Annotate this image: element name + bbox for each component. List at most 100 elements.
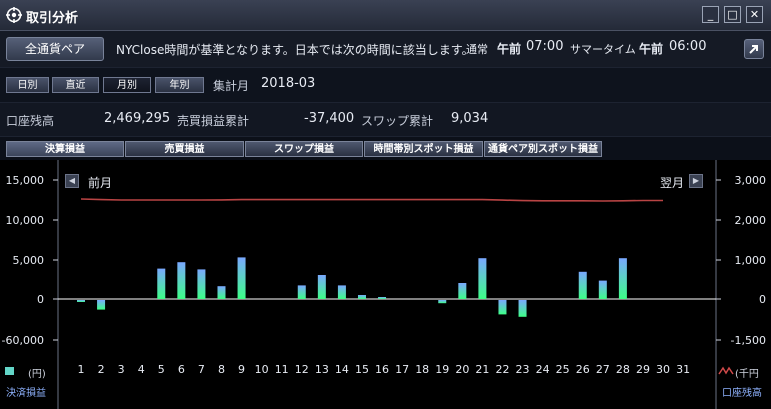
- tab-trade[interactable]: 売買損益: [125, 141, 244, 157]
- x-tick-label: 1: [78, 363, 85, 376]
- settlement-bar: [177, 262, 186, 299]
- month-value: 2018-03: [261, 76, 316, 91]
- left-tick-label: 5,000: [13, 254, 45, 267]
- left-tick-label: 10,000: [6, 214, 45, 227]
- x-tick-label: 17: [395, 363, 409, 376]
- x-tick-label: 26: [576, 363, 590, 376]
- summer-time: 06:00: [669, 39, 707, 54]
- x-tick-label: 28: [616, 363, 630, 376]
- normal-label: 通常: [466, 43, 488, 56]
- left-tick-label: 0: [37, 293, 44, 306]
- period-year[interactable]: 年別: [155, 77, 204, 93]
- x-tick-label: 18: [415, 363, 429, 376]
- settlement-bar: [197, 269, 206, 299]
- x-tick-label: 8: [218, 363, 225, 376]
- currency-pair-button[interactable]: 全通貨ペア: [6, 37, 104, 61]
- x-tick-label: 6: [178, 363, 185, 376]
- tab-settlement[interactable]: 決算損益: [6, 141, 124, 157]
- x-tick-label: 25: [556, 363, 570, 376]
- tab-pair-spot[interactable]: 通貨ペア別スポット損益: [484, 141, 602, 157]
- settlement-bar: [478, 258, 487, 299]
- balance-label: 口座残高: [6, 114, 55, 128]
- tab-bar: 決算損益 売買損益 スワップ損益 時間帯別スポット損益 通貨ペア別スポット損益: [0, 136, 771, 161]
- tab-swap[interactable]: スワップ損益: [245, 141, 363, 157]
- x-tick-label: 16: [375, 363, 389, 376]
- left-unit-label: (円): [28, 369, 46, 380]
- trade-total-value: -37,400: [304, 111, 355, 126]
- x-tick-label: 31: [676, 363, 690, 376]
- x-tick-label: 7: [198, 363, 205, 376]
- header-row: 全通貨ペア NYClose時間が基準となります。日本では次の時間に該当します。 …: [0, 31, 771, 67]
- settlement-bar: [438, 300, 447, 304]
- period-month[interactable]: 月別: [103, 77, 151, 93]
- x-tick-label: 24: [536, 363, 550, 376]
- settlement-bar: [598, 280, 607, 299]
- x-tick-label: 21: [475, 363, 489, 376]
- settlement-bar: [317, 275, 326, 299]
- chart-svg: 15,000 10,000 5,000 0 -60,000 3,000 2,000 1,000…: [2, 160, 767, 409]
- normal-ampm: 午前: [497, 42, 522, 56]
- settlement-bar: [337, 285, 346, 299]
- period-recent[interactable]: 直近: [52, 77, 99, 93]
- bar-legend-swatch: [5, 367, 14, 375]
- maximize-button[interactable]: □: [724, 6, 741, 23]
- close-button[interactable]: ✕: [746, 6, 763, 23]
- x-tick-label: 22: [495, 363, 509, 376]
- x-tick-label: 20: [455, 363, 469, 376]
- next-month-button[interactable]: ▶: [689, 174, 703, 188]
- left-series-label: 決済損益: [6, 388, 46, 399]
- x-tick-label: 30: [656, 363, 670, 376]
- settlement-bar: [378, 297, 387, 299]
- x-tick-label: 29: [636, 363, 650, 376]
- settlement-bar: [578, 271, 587, 299]
- right-series-label: 口座残高: [722, 388, 762, 399]
- x-tick-label: 3: [118, 363, 125, 376]
- summer-ampm: 午前: [639, 42, 664, 56]
- x-tick-label: 2: [98, 363, 105, 376]
- settlement-bar: [217, 286, 226, 299]
- prev-month-button[interactable]: ◀: [65, 174, 79, 188]
- settlement-bar: [97, 300, 106, 310]
- x-tick-label: 12: [295, 363, 309, 376]
- x-tick-label: 11: [275, 363, 289, 376]
- trade-total-label: 売買損益累計: [177, 114, 250, 128]
- period-day[interactable]: 日別: [6, 77, 49, 93]
- x-tick-label: 14: [335, 363, 349, 376]
- x-tick-label: 15: [355, 363, 369, 376]
- right-unit-label: (千円: [735, 369, 759, 380]
- swap-total-value: 9,034: [451, 111, 489, 126]
- settlement-bar: [618, 258, 627, 299]
- arrow-left-icon: ◀: [68, 176, 76, 185]
- right-tick-label: 0: [759, 293, 766, 306]
- x-tick-label: 19: [435, 363, 449, 376]
- settlement-bar: [498, 300, 507, 315]
- settlement-bar: [518, 300, 527, 317]
- swap-total-label: スワップ累計: [361, 114, 434, 128]
- settlement-bar: [458, 283, 467, 299]
- right-tick-label: -1,500: [731, 334, 766, 347]
- normal-time: 07:00: [526, 39, 564, 54]
- arrow-right-icon: ▶: [692, 176, 700, 185]
- minimize-button[interactable]: _: [702, 6, 719, 23]
- expand-button[interactable]: [744, 39, 764, 59]
- right-tick-label: 1,000: [735, 254, 767, 267]
- right-tick-label: 2,000: [735, 214, 767, 227]
- month-label: 集計月: [213, 79, 250, 93]
- target-icon: [6, 7, 22, 23]
- x-tick-label: 4: [138, 363, 145, 376]
- x-tick-label: 13: [315, 363, 329, 376]
- settlement-bar: [77, 300, 85, 302]
- summer-label: サマータイム: [570, 43, 636, 56]
- chart-area: 15,000 10,000 5,000 0 -60,000 3,000 2,000 1,000…: [0, 160, 771, 409]
- settlement-bar: [157, 268, 166, 299]
- balance-line: [80, 198, 663, 202]
- settlement-bar: [357, 295, 366, 299]
- external-arrow-icon: [749, 45, 758, 54]
- settlement-bar: [237, 257, 246, 299]
- x-tick-label: 9: [238, 363, 245, 376]
- tab-time-spot[interactable]: 時間帯別スポット損益: [364, 141, 483, 157]
- balance-value: 2,469,295: [104, 111, 171, 126]
- window-title: 取引分析: [26, 11, 79, 26]
- next-month-label: 翌月: [660, 176, 685, 190]
- prev-month-label: 前月: [88, 176, 113, 190]
